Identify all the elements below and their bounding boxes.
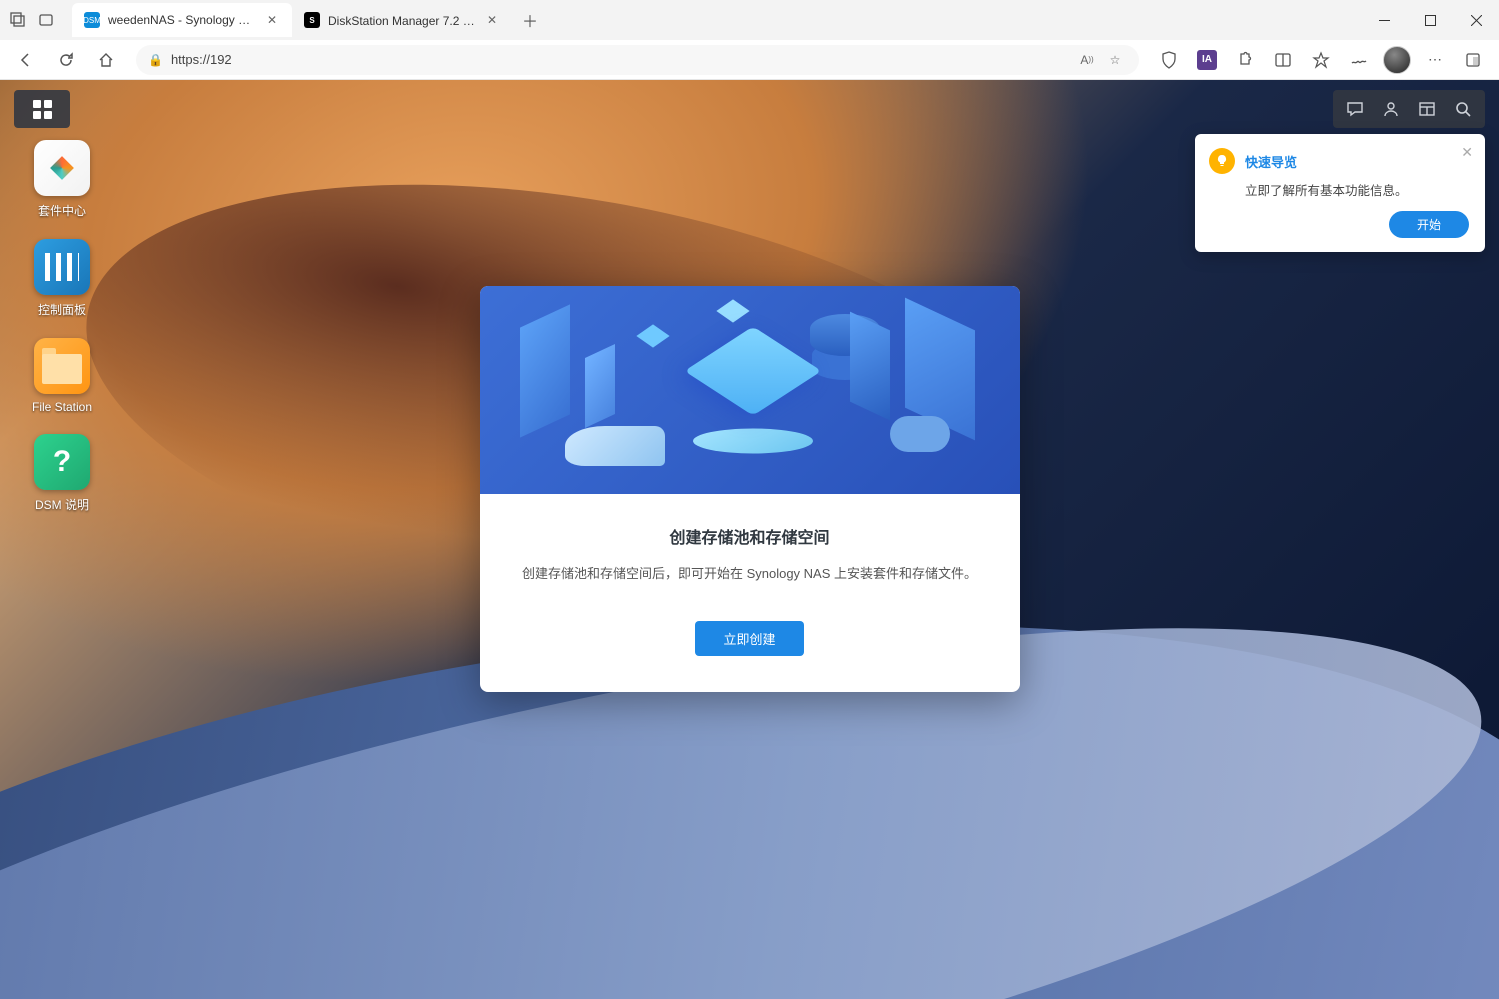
close-button[interactable] <box>1453 0 1499 40</box>
favorites-icon[interactable] <box>1303 44 1339 76</box>
tab-close-icon[interactable]: ✕ <box>484 12 500 28</box>
tab-favicon-icon: S <box>304 12 320 28</box>
modal-title: 创建存储池和存储空间 <box>520 524 980 548</box>
package-center-icon[interactable]: 套件中心 <box>20 140 104 219</box>
dsm-help-icon[interactable]: DSM 说明 <box>20 434 104 513</box>
performance-icon[interactable] <box>1341 44 1377 76</box>
extension-shield-icon[interactable] <box>1151 44 1187 76</box>
home-button[interactable] <box>88 44 124 76</box>
back-button[interactable] <box>8 44 44 76</box>
modal-hero-image <box>480 286 1020 494</box>
icon-label: File Station <box>32 400 92 414</box>
window-controls <box>1361 0 1499 40</box>
help-glyph-icon <box>34 434 90 490</box>
url-bar[interactable]: 🔒 https://192 A)) ☆ <box>136 45 1139 75</box>
tab-title: weedenNAS - Synology NAS <box>108 13 256 27</box>
folder-glyph-icon <box>34 338 90 394</box>
url-text: https://192 <box>171 52 232 67</box>
chat-icon[interactable] <box>1337 90 1373 128</box>
close-icon[interactable]: ✕ <box>1461 144 1473 161</box>
tab-favicon-icon: DSM <box>84 12 100 28</box>
extension-ia-icon[interactable]: IA <box>1189 44 1225 76</box>
quick-tour-notification: ✕ 快速导览 立即了解所有基本功能信息。 开始 <box>1195 134 1485 252</box>
dsm-desktop: 套件中心 控制面板 File Station DSM 说明 <box>0 80 1499 999</box>
search-icon[interactable] <box>1445 90 1481 128</box>
more-icon[interactable]: ⋯ <box>1417 44 1453 76</box>
start-button[interactable]: 开始 <box>1389 211 1469 238</box>
notification-body: 立即了解所有基本功能信息。 <box>1245 180 1469 199</box>
main-menu-button[interactable] <box>14 90 70 128</box>
control-panel-icon[interactable]: 控制面板 <box>20 239 104 318</box>
sidebar-icon[interactable] <box>1265 44 1301 76</box>
desktop-icons: 套件中心 控制面板 File Station DSM 说明 <box>20 140 104 513</box>
create-now-button[interactable]: 立即创建 <box>695 621 803 656</box>
split-screen-icon[interactable] <box>1455 44 1491 76</box>
modal-description: 创建存储池和存储空间后，即可开始在 Synology NAS 上安装套件和存储文… <box>520 564 980 585</box>
tab-close-icon[interactable]: ✕ <box>264 12 280 28</box>
browser-tab[interactable]: S DiskStation Manager 7.2 | 群晖 ✕ <box>292 3 512 37</box>
icon-label: 套件中心 <box>38 202 86 219</box>
system-tray <box>1333 90 1485 128</box>
lock-icon: 🔒 <box>148 53 163 67</box>
icon-label: DSM 说明 <box>35 496 89 513</box>
control-panel-glyph-icon <box>34 239 90 295</box>
lightbulb-icon <box>1209 148 1235 174</box>
minimize-button[interactable] <box>1361 0 1407 40</box>
browser-toolbar: 🔒 https://192 A)) ☆ IA ⋯ <box>0 40 1499 80</box>
profile-avatar[interactable] <box>1379 44 1415 76</box>
reader-icon[interactable]: A)) <box>1075 48 1099 72</box>
file-station-icon[interactable]: File Station <box>20 338 104 414</box>
tab-actions-icon[interactable] <box>36 10 56 30</box>
package-center-glyph-icon <box>34 140 90 196</box>
widgets-icon[interactable] <box>1409 90 1445 128</box>
user-icon[interactable] <box>1373 90 1409 128</box>
grid-icon <box>33 100 52 119</box>
icon-label: 控制面板 <box>38 301 86 318</box>
tab-title: DiskStation Manager 7.2 | 群晖 <box>328 12 476 29</box>
favorite-icon[interactable]: ☆ <box>1103 48 1127 72</box>
browser-titlebar: DSM weedenNAS - Synology NAS ✕ S DiskSta… <box>0 0 1499 40</box>
refresh-button[interactable] <box>48 44 84 76</box>
maximize-button[interactable] <box>1407 0 1453 40</box>
new-tab-button[interactable]: ＋ <box>516 6 544 34</box>
browser-tabs: DSM weedenNAS - Synology NAS ✕ S DiskSta… <box>72 0 544 40</box>
storage-setup-modal: 创建存储池和存储空间 创建存储池和存储空间后，即可开始在 Synology NA… <box>480 286 1020 692</box>
notification-title: 快速导览 <box>1245 152 1297 171</box>
extensions-icon[interactable] <box>1227 44 1263 76</box>
browser-tab-active[interactable]: DSM weedenNAS - Synology NAS ✕ <box>72 3 292 37</box>
workspaces-icon[interactable] <box>8 10 28 30</box>
